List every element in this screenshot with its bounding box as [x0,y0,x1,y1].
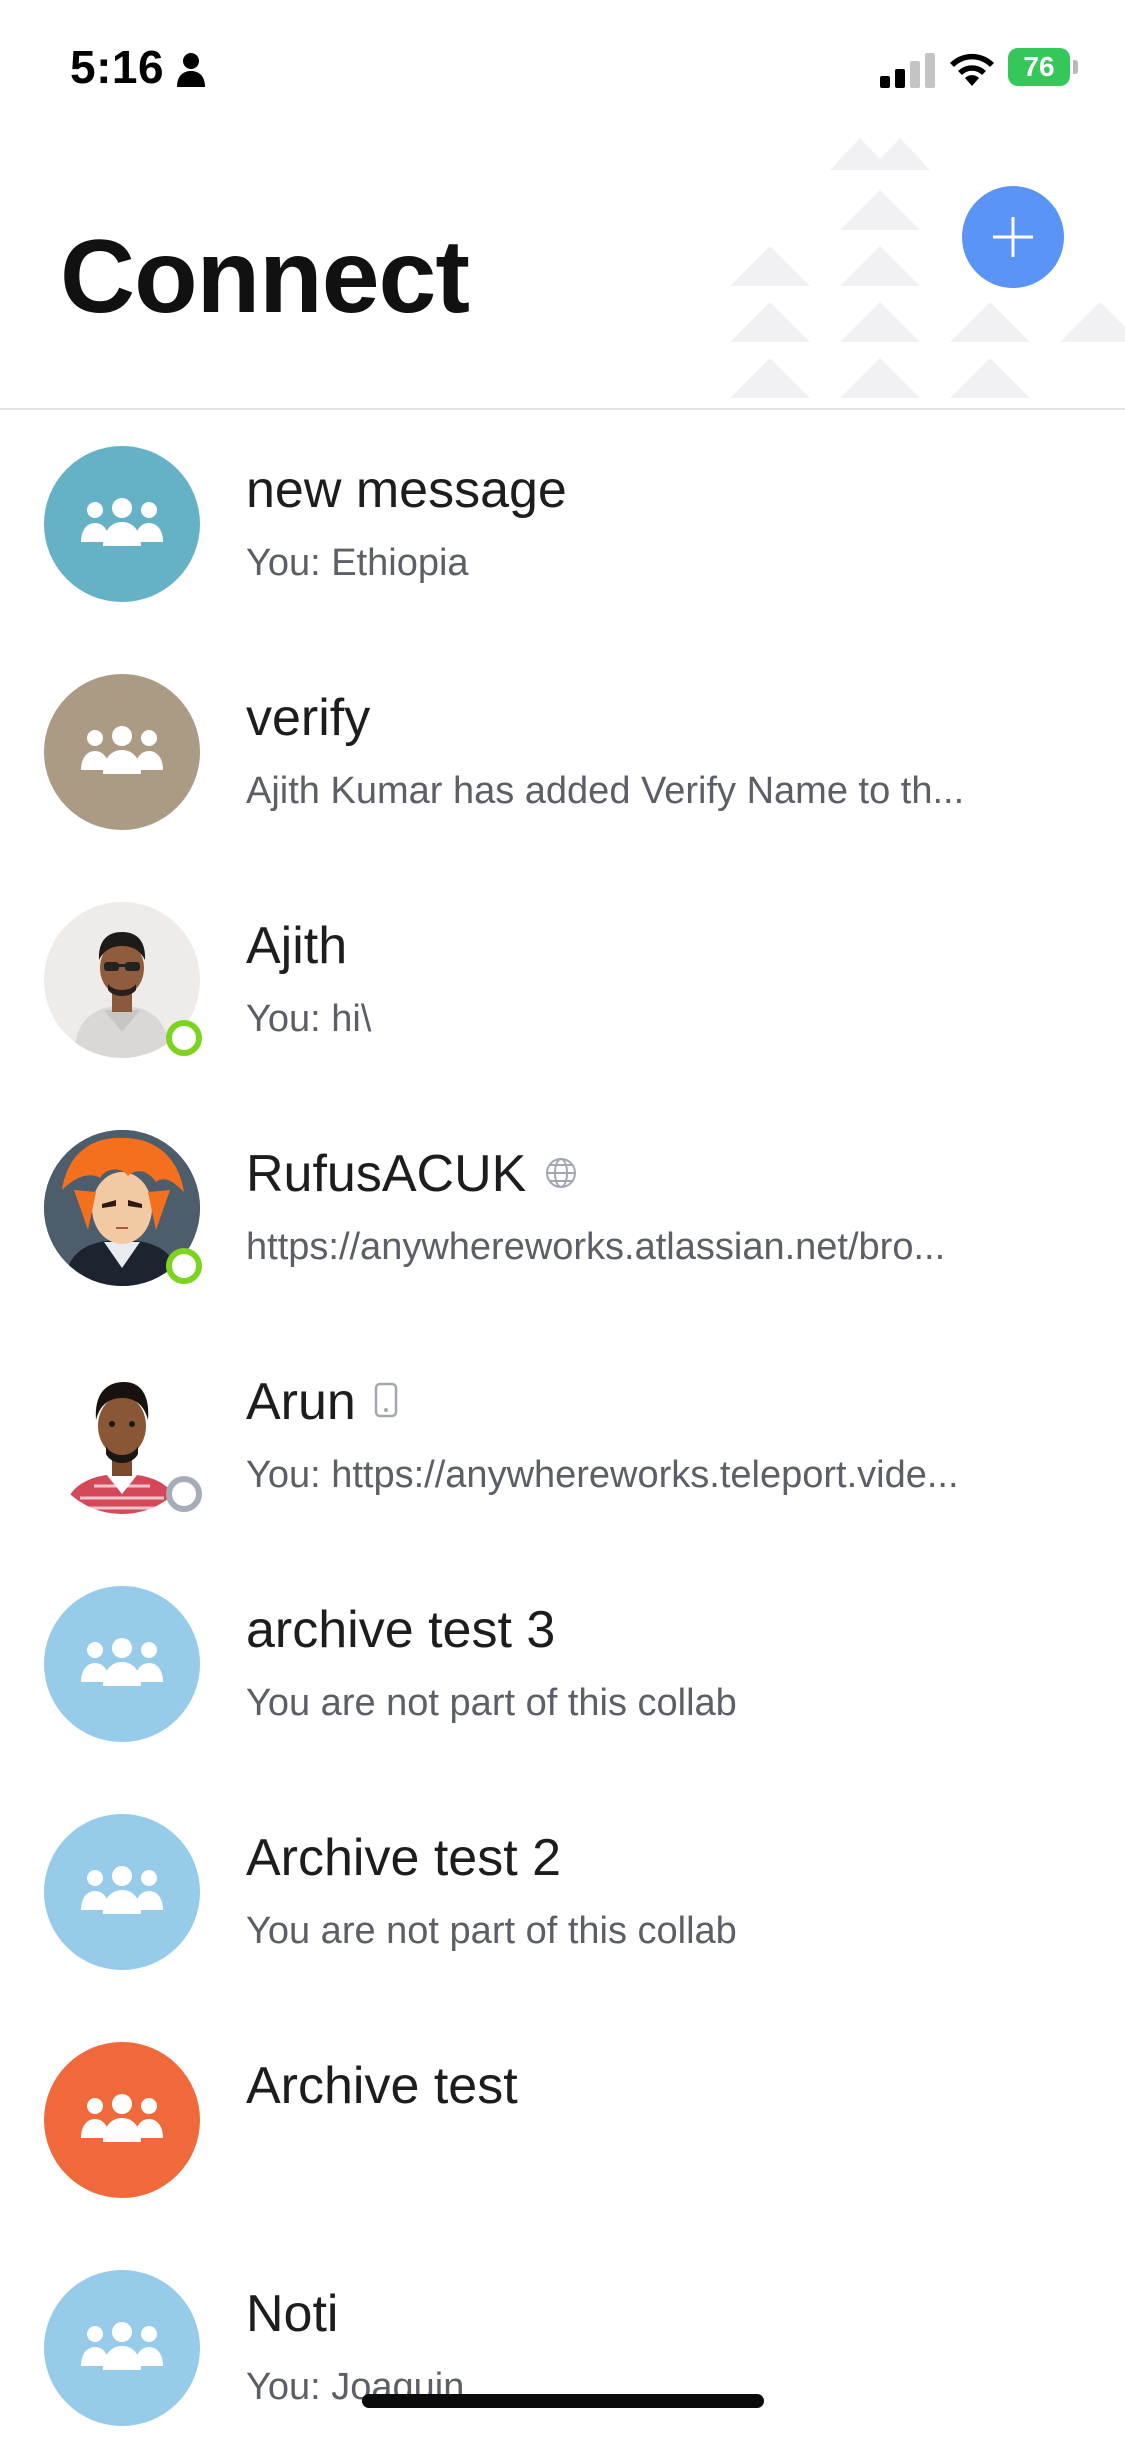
conversation-last-message: https://anywhereworks.atlassian.net/bro.… [246,1226,946,1268]
conversation-item[interactable]: Ajith You: hi\ [0,866,1125,1094]
avatar [44,446,200,602]
conversation-item[interactable]: Noti You: Joaquin [0,2234,1125,2462]
conversation-title: archive test 3 [246,1601,556,1659]
status-bar: 5:16 76 [0,0,1125,140]
plus-icon [993,217,1033,257]
avatar [44,1814,200,1970]
wifi-icon [950,53,994,86]
conversation-last-message: You: https://anywhereworks.teleport.vide… [246,1454,959,1496]
conversation-item[interactable]: Archive test 2 You are not part of this … [0,1778,1125,2006]
presence-online-indicator [166,1020,202,1056]
conversation-title: RufusACUK [246,1144,578,1204]
group-icon [81,2094,163,2142]
conversation-title: verify [246,689,371,747]
conversation-last-message: You are not part of this collab [246,1910,737,1952]
conversation-title: Archive test 2 [246,1829,562,1887]
avatar [44,2270,200,2426]
conversation-last-message: You: hi\ [246,998,372,1040]
conversation-last-message: You are not part of this collab [246,1682,737,1724]
page-title: Connect [60,219,470,335]
new-conversation-button[interactable] [962,186,1064,288]
conversation-title: Archive test [246,2057,518,2115]
group-icon [81,1866,163,1914]
globe-icon [546,1158,577,1189]
status-time: 5:16 [70,41,165,93]
header-pattern-decoration [730,138,1125,398]
group-icon [81,726,163,774]
presence-online-indicator [166,1248,202,1284]
conversation-title: Noti [246,2285,339,2343]
conversation-title-text: Arun [246,1373,356,1431]
conversation-title: new message [246,461,567,519]
avatar [44,1586,200,1742]
conversation-item[interactable]: verify Ajith Kumar has added Verify Name… [0,638,1125,866]
conversation-item[interactable]: archive test 3 You are not part of this … [0,1550,1125,1778]
conversation-last-message: You: Ethiopia [246,542,469,584]
group-icon [81,2322,163,2370]
conversation-last-message: Ajith Kumar has added Verify Name to th.… [246,770,965,812]
conversation-item[interactable]: RufusACUK https://anywhereworks.atlassia… [0,1094,1125,1322]
group-icon [81,1638,163,1686]
conversation-list: new message You: Ethiopia verify Ajith K… [0,410,1125,2462]
conversation-title: Ajith [246,917,348,975]
avatar [44,674,200,830]
avatar [44,2042,200,2198]
presence-offline-indicator [166,1476,202,1512]
conversation-title-text: RufusACUK [246,1145,527,1203]
home-indicator[interactable] [362,2394,764,2408]
person-icon [177,53,205,87]
battery-level: 76 [1023,51,1055,82]
group-icon [81,498,163,546]
conversation-title: Arun [246,1372,398,1432]
conversation-item[interactable]: Archive test [0,2006,1125,2234]
mobile-icon [374,1383,398,1418]
conversation-item[interactable]: new message You: Ethiopia [0,410,1125,638]
header: Connect [0,120,1125,410]
conversation-item[interactable]: Arun You: https://anywhereworks.teleport… [0,1322,1125,1550]
signal-icon [880,53,935,88]
battery-icon: 76 [1008,48,1080,88]
